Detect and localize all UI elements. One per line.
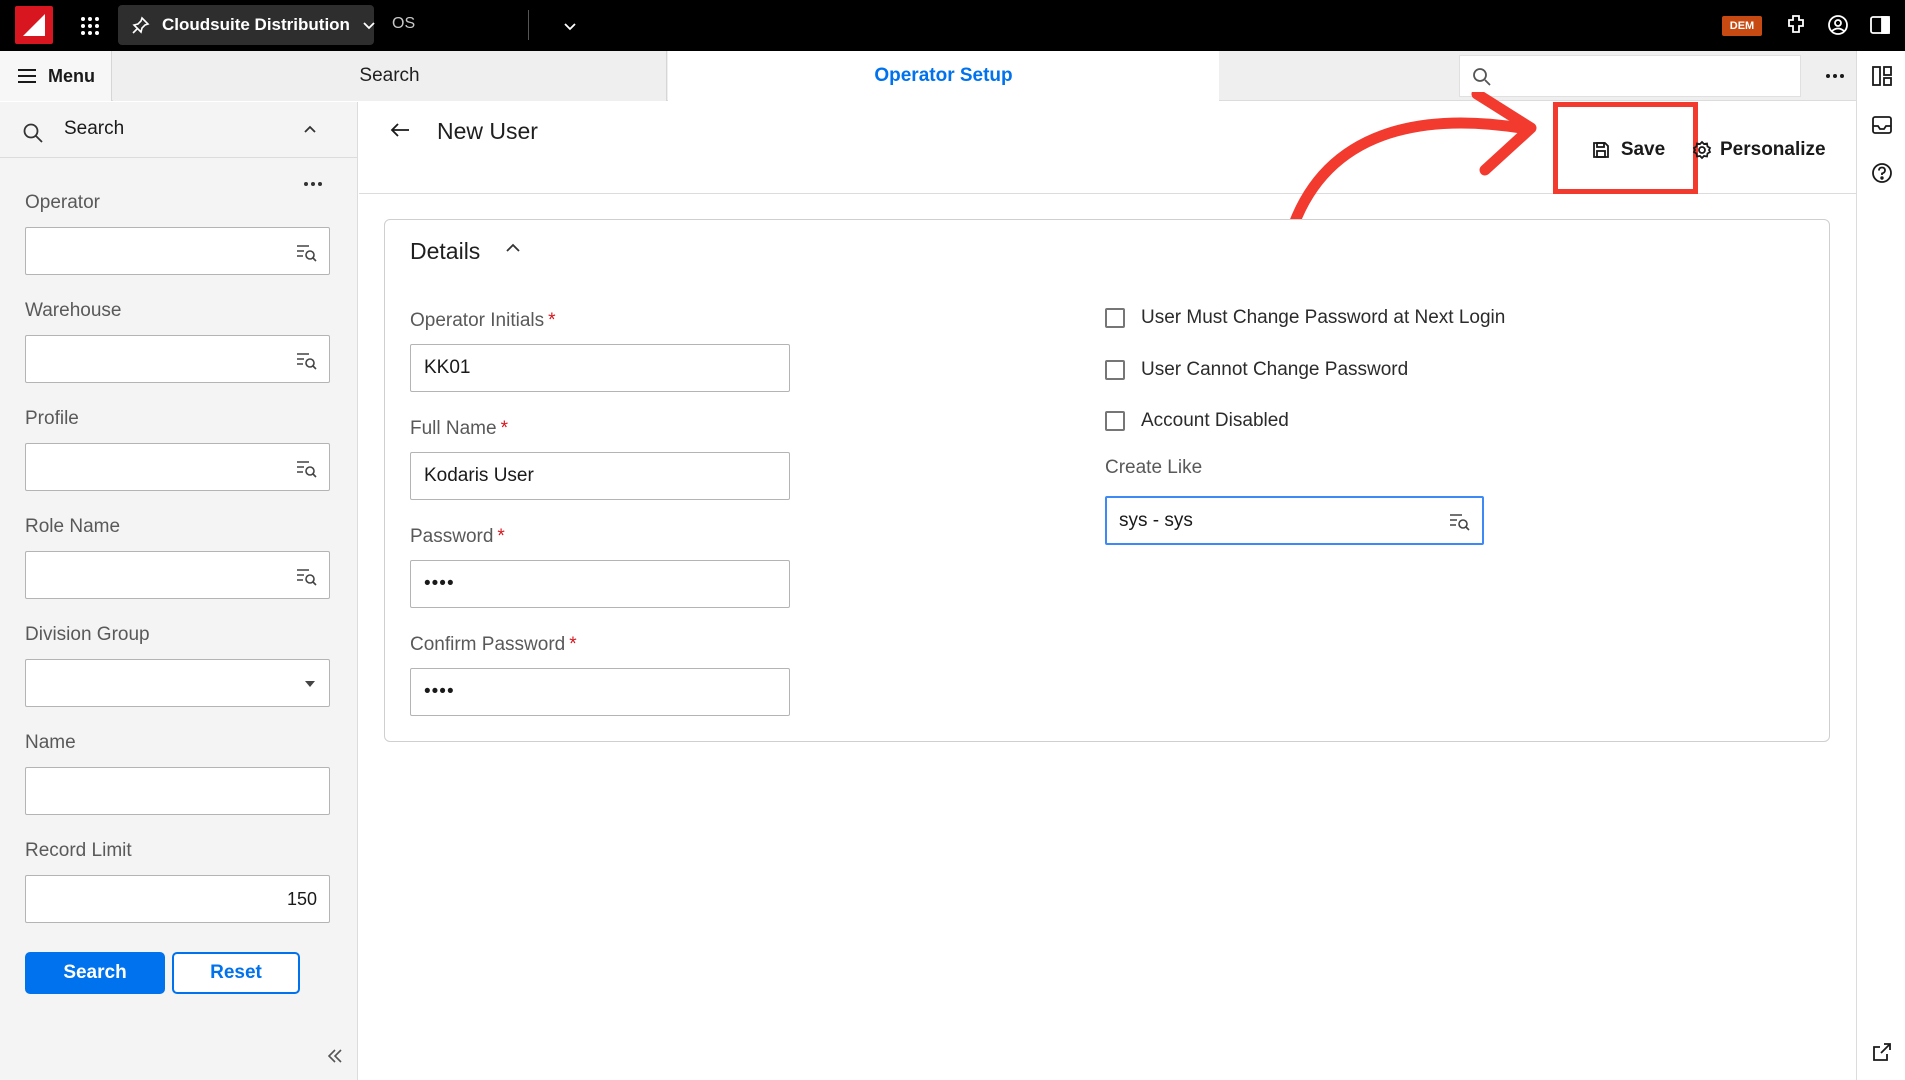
user-icon[interactable] xyxy=(1826,13,1850,37)
help-icon[interactable] xyxy=(1871,162,1893,184)
lookup-icon[interactable] xyxy=(295,457,317,479)
search-icon xyxy=(1472,67,1492,87)
reset-button[interactable]: Reset xyxy=(172,952,300,994)
account-disabled-row[interactable]: Account Disabled xyxy=(1105,407,1289,435)
environment-badge: DEM xyxy=(1722,16,1762,36)
more-icon[interactable] xyxy=(300,176,326,192)
external-link-icon[interactable] xyxy=(1871,1041,1893,1063)
hamburger-icon xyxy=(18,68,36,84)
must-change-password-row[interactable]: User Must Change Password at Next Login xyxy=(1105,304,1505,332)
role-name-label: Role Name xyxy=(25,516,121,537)
search-icon xyxy=(22,122,44,144)
personalize-button[interactable]: Personalize xyxy=(1692,132,1826,168)
profile-field[interactable] xyxy=(25,443,330,491)
lookup-icon[interactable] xyxy=(295,241,317,263)
confirm-password-field[interactable]: •••• xyxy=(410,668,790,716)
full-name-label: Full Name * xyxy=(410,418,508,439)
create-like-field[interactable]: sys - sys xyxy=(1105,496,1484,545)
plugin-icon[interactable] xyxy=(1784,13,1808,37)
record-limit-field[interactable]: 150 xyxy=(25,875,330,923)
chevron-up-icon[interactable] xyxy=(504,240,522,258)
account-disabled-label: Account Disabled xyxy=(1141,410,1289,431)
chevron-up-icon[interactable] xyxy=(302,122,318,138)
division-group-label: Division Group xyxy=(25,624,150,645)
annotation-highlight-box xyxy=(1553,102,1698,194)
warehouse-label: Warehouse xyxy=(25,300,122,321)
personalize-label: Personalize xyxy=(1720,139,1826,160)
create-like-label: Create Like xyxy=(1105,457,1203,478)
must-change-password-checkbox[interactable] xyxy=(1105,308,1125,328)
profile-label: Profile xyxy=(25,408,79,429)
password-field[interactable]: •••• xyxy=(410,560,790,608)
personalize-icon xyxy=(1692,140,1712,160)
cannot-change-password-checkbox[interactable] xyxy=(1105,360,1125,380)
warehouse-field[interactable] xyxy=(25,335,330,383)
context-selector[interactable]: Cloudsuite Distribution xyxy=(118,5,376,45)
more-icon[interactable] xyxy=(1820,64,1850,88)
chevron-down-icon xyxy=(362,18,376,32)
account-disabled-checkbox[interactable] xyxy=(1105,411,1125,431)
divider xyxy=(528,10,529,40)
operator-field[interactable] xyxy=(25,227,330,275)
lookup-icon[interactable] xyxy=(295,349,317,371)
global-search-input[interactable] xyxy=(1459,55,1801,97)
cannot-change-password-label: User Cannot Change Password xyxy=(1141,359,1409,380)
password-label: Password * xyxy=(410,526,505,547)
lookup-icon[interactable] xyxy=(1448,510,1470,532)
context-label: Cloudsuite Distribution xyxy=(162,15,350,34)
pin-icon xyxy=(132,16,150,34)
search-panel-title: Search xyxy=(64,118,125,139)
sidebar-toggle-icon[interactable] xyxy=(1868,13,1892,37)
operator-label: Operator xyxy=(25,192,100,213)
record-limit-label: Record Limit xyxy=(25,840,132,861)
operator-initials-field[interactable]: KK01 xyxy=(410,344,790,392)
back-arrow-icon[interactable] xyxy=(389,119,411,141)
division-group-select[interactable] xyxy=(25,659,330,707)
double-chevron-left-icon[interactable] xyxy=(325,1046,345,1066)
search-button[interactable]: Search xyxy=(25,952,165,994)
cannot-change-password-row[interactable]: User Cannot Change Password xyxy=(1105,356,1408,384)
top-bar: Cloudsuite Distribution OS DEM xyxy=(0,0,1905,51)
inbox-icon[interactable] xyxy=(1871,114,1893,136)
os-tab[interactable]: OS xyxy=(392,15,415,33)
tab-operator-setup[interactable]: Operator Setup xyxy=(668,51,1219,101)
main-content: New User Save Personalize Details Operat… xyxy=(359,92,1856,1080)
page-title: New User xyxy=(437,118,538,144)
menu-label: Menu xyxy=(48,65,95,86)
lookup-icon[interactable] xyxy=(295,565,317,587)
caret-down-icon xyxy=(305,680,315,688)
section-title: Details xyxy=(410,238,481,264)
name-field[interactable] xyxy=(25,767,330,815)
confirm-password-label: Confirm Password * xyxy=(410,634,577,655)
menu-button[interactable]: Menu xyxy=(0,51,112,101)
full-name-field[interactable]: Kodaris User xyxy=(410,452,790,500)
details-section: Details Operator Initials * KK01 Full Nam… xyxy=(384,219,1830,742)
search-panel-header[interactable]: Search xyxy=(0,102,357,158)
name-label: Name xyxy=(25,732,76,753)
must-change-password-label: User Must Change Password at Next Login xyxy=(1141,307,1506,328)
app-grid-icon[interactable] xyxy=(78,14,102,38)
right-rail xyxy=(1856,51,1905,1080)
layout-icon[interactable] xyxy=(1871,65,1893,87)
role-name-field[interactable] xyxy=(25,551,330,599)
tab-bar: Menu Search Operator Setup xyxy=(0,51,1856,101)
operator-initials-label: Operator Initials * xyxy=(410,310,556,331)
tab-search[interactable]: Search xyxy=(113,51,667,101)
chevron-down-icon[interactable] xyxy=(562,18,578,34)
app-logo-icon[interactable] xyxy=(15,6,53,44)
page-header: New User Save Personalize xyxy=(359,92,1856,230)
search-panel: Search Operator Warehouse Profile Role N… xyxy=(0,102,358,1080)
record-limit-value: 150 xyxy=(286,889,317,909)
create-like-value: sys - sys xyxy=(1119,510,1193,531)
